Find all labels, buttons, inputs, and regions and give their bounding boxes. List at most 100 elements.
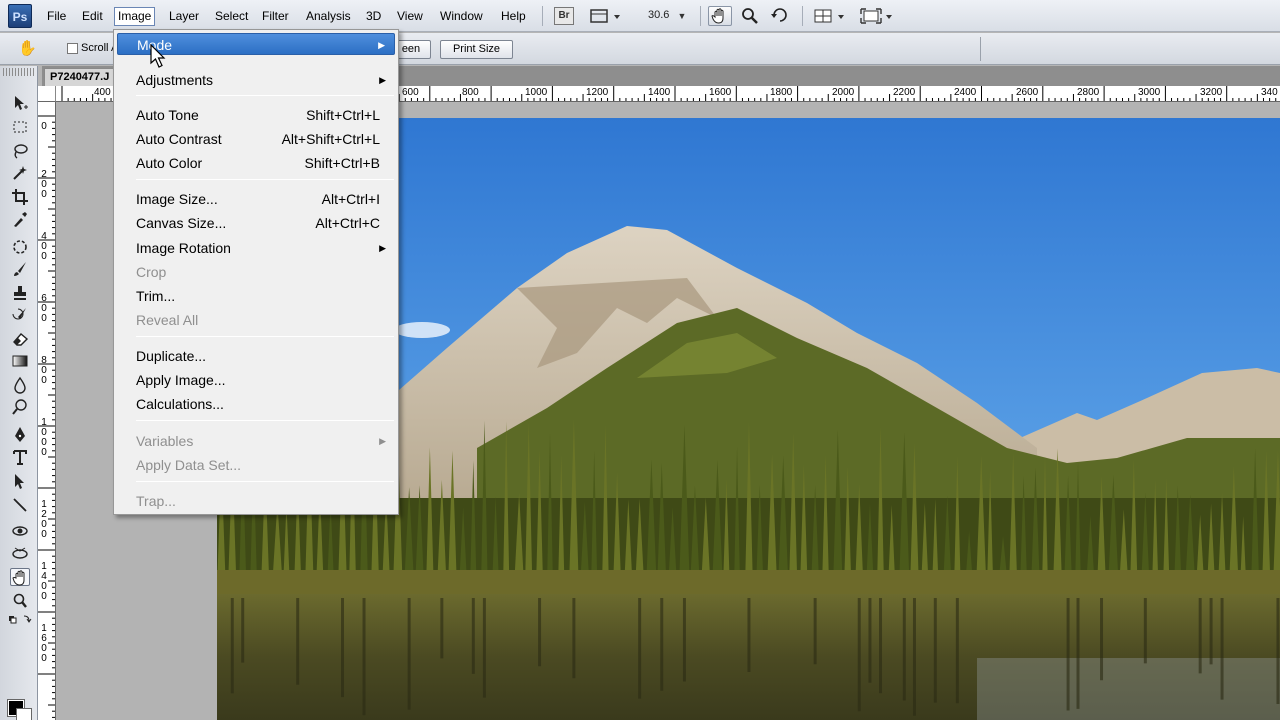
menu-analysis[interactable]: Analysis [303,8,354,25]
menu-item-trim[interactable]: Trim... [117,285,395,307]
blur-tool-icon[interactable] [10,376,30,394]
menu-item-label: Apply Data Set... [136,457,242,473]
document-tab[interactable]: P7240477.J [44,68,120,86]
ruler-tick-label: 3000 [1138,87,1161,98]
mouse-cursor-icon [150,43,170,70]
menu-item-duplicate[interactable]: Duplicate... [117,345,395,367]
ruler-tick-label: 1 2 0 0 [41,499,47,540]
scroll-all-windows-checkbox[interactable] [67,43,78,54]
background-color-swatch[interactable] [16,708,32,720]
zoom-dropdown-icon[interactable]: ▼ [676,6,688,26]
ruler-origin[interactable] [38,86,56,102]
menu-item-label: Calculations... [136,396,224,412]
toolbar-separator [700,6,701,26]
brush-tool-icon[interactable] [10,260,30,278]
ruler-tick-label: 0 [41,121,47,132]
menu-item-label: Trim... [136,288,176,304]
menu-item-shortcut: Alt+Ctrl+C [315,215,380,231]
3d-rotate-tool-icon[interactable] [10,522,30,540]
3d-orbit-tool-icon[interactable] [10,544,30,562]
rotate-view-icon[interactable] [768,6,792,26]
menu-item-crop[interactable]: Crop [117,261,395,283]
menu-view[interactable]: View [394,8,426,25]
tool-preset-hand-icon[interactable]: ✋ [18,39,37,57]
spot-healing-tool-icon[interactable] [10,238,30,256]
menu-layer[interactable]: Layer [166,8,202,25]
menu-item-auto-tone[interactable]: Auto Tone Shift+Ctrl+L [117,104,395,126]
menu-edit[interactable]: Edit [79,8,106,25]
menu-help[interactable]: Help [498,8,529,25]
ruler-tick-label: 1 4 0 0 [41,561,47,602]
menu-item-label: Apply Image... [136,372,226,388]
menu-item-shortcut: Alt+Shift+Ctrl+L [281,131,380,147]
dodge-tool-icon[interactable] [10,398,30,416]
history-brush-tool-icon[interactable] [10,306,30,324]
zoom-icon[interactable] [738,6,762,26]
ruler-tick-label: 600 [402,87,419,98]
menu-separator [136,179,394,180]
toolbar-separator [542,6,543,26]
menu-item-apply-data-set[interactable]: Apply Data Set... [117,454,395,476]
menu-item-shortcut: Shift+Ctrl+B [304,155,380,171]
type-tool-icon[interactable] [10,448,30,466]
eraser-tool-icon[interactable] [10,330,30,348]
ruler-tick-label: 6 0 0 [41,293,47,324]
menu-window[interactable]: Window [437,8,486,25]
pen-tool-icon[interactable] [10,426,30,444]
hand-icon[interactable] [708,6,732,26]
clone-stamp-tool-icon[interactable] [10,284,30,302]
zoom-tool-icon[interactable] [10,592,30,610]
menu-item-auto-color[interactable]: Auto Color Shift+Ctrl+B [117,152,395,174]
image-menu-dropdown: Mode ▶ Adjustments ▶ Auto Tone Shift+Ctr… [113,29,399,515]
menu-item-label: Trap... [136,493,176,509]
swap-colors-icon[interactable] [6,612,34,630]
eyedropper-tool-icon[interactable] [10,210,30,228]
screen-mode-icon[interactable] [858,6,896,26]
crop-tool-icon[interactable] [10,188,30,206]
submenu-arrow-icon: ▶ [379,75,386,85]
menu-item-trap[interactable]: Trap... [117,490,395,512]
menu-item-variables[interactable]: Variables ▶ [117,430,395,452]
zoom-level[interactable]: 30.6 [648,9,669,21]
vertical-ruler[interactable]: 0 2 0 0 4 0 0 6 0 0 8 0 0 1 0 0 0 1 2 0 … [38,102,56,720]
menu-item-shortcut: Shift+Ctrl+L [306,107,380,123]
menu-item-label: Crop [136,264,167,280]
menu-separator [136,95,394,96]
menu-item-image-rotation[interactable]: Image Rotation ▶ [117,237,395,259]
menu-filter[interactable]: Filter [259,8,292,25]
move-tool-icon[interactable] [10,94,30,112]
menu-item-auto-contrast[interactable]: Auto Contrast Alt+Shift+Ctrl+L [117,128,395,150]
ruler-tick-label: 2000 [832,87,855,98]
hand-tool-icon[interactable] [10,568,30,586]
menu-item-label: Reveal All [136,312,199,328]
arrange-documents-icon[interactable] [812,6,848,26]
menu-item-label: Image Rotation [136,240,231,256]
line-tool-icon[interactable] [10,496,30,514]
toolbox-grip[interactable] [3,68,35,76]
menu-item-calculations[interactable]: Calculations... [117,393,395,415]
path-selection-tool-icon[interactable] [10,472,30,490]
menu-3d[interactable]: 3D [363,8,384,25]
quick-selection-tool-icon[interactable] [10,164,30,182]
print-size-button[interactable]: Print Size [440,40,513,59]
menu-separator [136,420,394,421]
lasso-tool-icon[interactable] [10,142,30,160]
marquee-tool-icon[interactable] [10,118,30,136]
ruler-tick-label: 1600 [709,87,732,98]
ruler-tick-label: 1 6 0 0 [41,623,47,664]
menu-item-image-size[interactable]: Image Size... Alt+Ctrl+I [117,188,395,210]
menu-item-label: Auto Color [136,155,203,171]
menu-item-canvas-size[interactable]: Canvas Size... Alt+Ctrl+C [117,212,395,234]
menu-item-reveal-all[interactable]: Reveal All [117,309,395,331]
menu-item-adjustments[interactable]: Adjustments ▶ [117,69,395,91]
view-extras-icon[interactable] [588,6,622,26]
bridge-button[interactable]: Br [554,7,574,25]
menu-select[interactable]: Select [212,8,251,25]
menu-item-apply-image[interactable]: Apply Image... [117,369,395,391]
gradient-tool-icon[interactable] [10,352,30,370]
photoshop-logo: Ps [8,4,32,28]
ruler-tick-label: 1400 [648,87,671,98]
menu-file[interactable]: File [44,8,69,25]
toolbox [0,66,38,720]
menu-image[interactable]: Image [114,7,156,26]
